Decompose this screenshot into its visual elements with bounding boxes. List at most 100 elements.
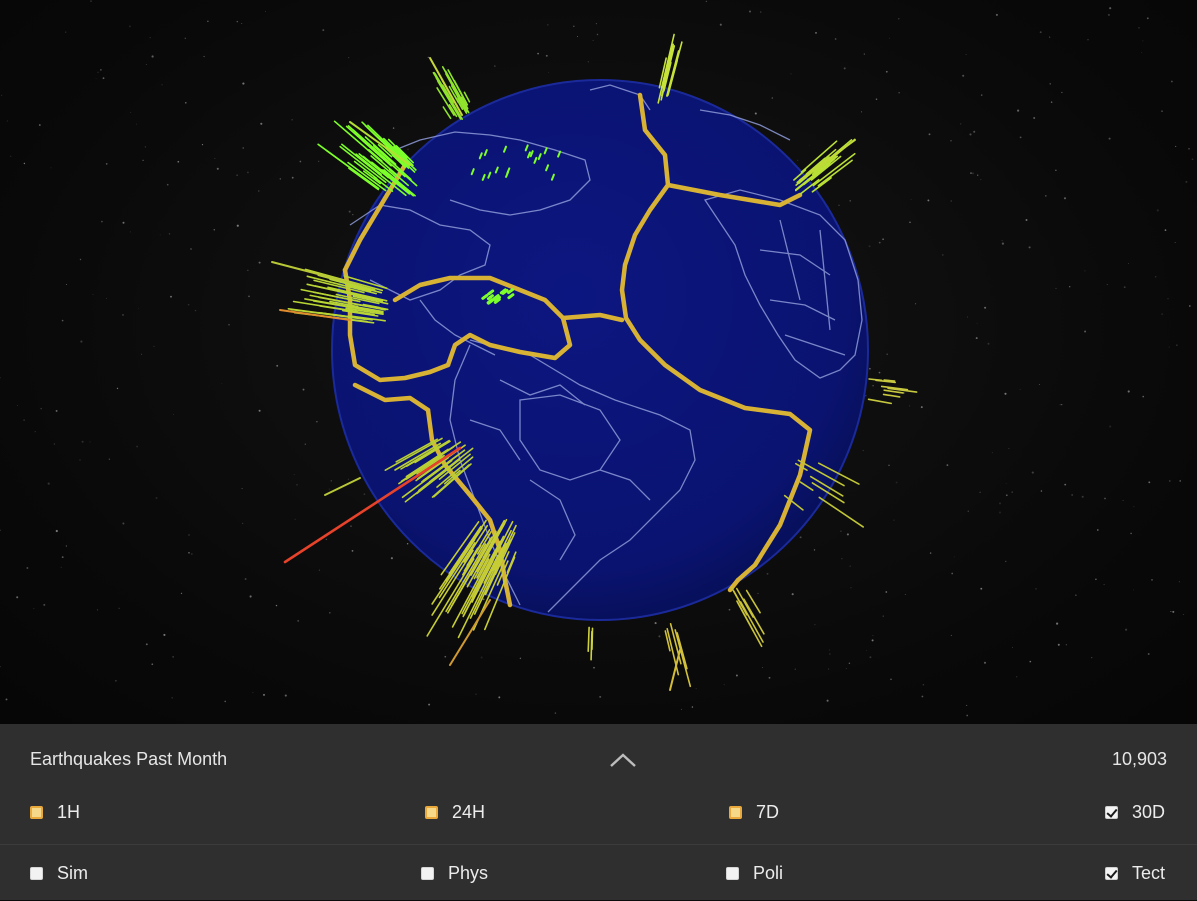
star (766, 572, 769, 575)
earthquake-bar (590, 630, 593, 661)
star (595, 23, 597, 25)
star (1001, 240, 1003, 242)
star (554, 712, 557, 714)
star (34, 431, 36, 433)
star (761, 667, 763, 669)
star (275, 604, 278, 607)
star (118, 607, 120, 609)
checkbox-7d[interactable] (729, 805, 742, 819)
range-option-7d[interactable]: 7D (729, 800, 779, 824)
checkbox-phys[interactable] (421, 866, 434, 880)
star (407, 148, 409, 151)
star (966, 704, 968, 706)
star (6, 120, 8, 122)
star (1064, 483, 1067, 486)
star (1033, 117, 1036, 119)
star (909, 221, 911, 224)
star (1031, 471, 1034, 474)
checkbox-1h[interactable] (30, 805, 43, 819)
star (144, 146, 147, 148)
star (654, 622, 657, 625)
star (1127, 390, 1130, 393)
layer-option-poli[interactable]: Poli (726, 861, 783, 885)
panel-title: Earthquakes Past Month (30, 749, 228, 769)
star (1096, 529, 1099, 531)
star (1147, 653, 1150, 655)
range-option-30d[interactable]: 30D (1105, 800, 1165, 824)
star (927, 199, 930, 202)
star (177, 160, 180, 163)
star (814, 624, 816, 626)
star (841, 558, 843, 560)
star (983, 661, 987, 664)
star (829, 653, 831, 655)
star (224, 700, 226, 703)
checkbox-sim[interactable] (30, 866, 43, 880)
star (246, 171, 249, 174)
star (1011, 491, 1013, 493)
star (969, 133, 972, 136)
star (55, 409, 58, 412)
star (330, 480, 332, 482)
star (987, 342, 990, 345)
globe-viewport[interactable] (0, 0, 1197, 724)
star (1059, 404, 1061, 406)
star (971, 172, 975, 175)
range-option-24h[interactable]: 24H (425, 800, 485, 824)
star (882, 238, 884, 241)
star (244, 578, 247, 580)
layer-option-sim[interactable]: Sim (30, 861, 88, 885)
star (16, 596, 19, 599)
star (1109, 7, 1112, 10)
star (428, 703, 431, 706)
checkbox-24h[interactable] (425, 805, 438, 819)
star (214, 157, 216, 159)
star (40, 407, 43, 410)
layer-option-tect[interactable]: Tect (1105, 861, 1165, 885)
star (966, 714, 969, 717)
star (587, 61, 590, 63)
star (872, 635, 874, 637)
star (828, 649, 830, 651)
star (885, 591, 888, 593)
star (207, 20, 209, 22)
star (249, 595, 252, 598)
star (297, 619, 300, 622)
star (790, 73, 792, 75)
star (1025, 219, 1028, 221)
star (122, 221, 125, 224)
star (482, 598, 485, 601)
star (284, 694, 287, 697)
layer-option-phys[interactable]: Phys (421, 861, 488, 885)
star (1044, 195, 1047, 197)
checkbox-30d[interactable] (1105, 805, 1118, 819)
star (316, 421, 318, 423)
star (735, 674, 738, 677)
earthquake-bar (883, 379, 896, 382)
globe-canvas[interactable] (0, 0, 1197, 724)
star (1004, 392, 1007, 395)
star (65, 545, 68, 547)
star (850, 587, 852, 589)
star (1128, 263, 1129, 265)
star (1154, 276, 1157, 278)
star (723, 684, 725, 686)
star (1169, 480, 1171, 482)
star (276, 364, 279, 367)
panel-header: Earthquakes Past Month 10,903 (0, 724, 1197, 794)
collapse-button[interactable] (605, 748, 641, 772)
star (348, 210, 351, 213)
star (102, 77, 105, 80)
star (16, 405, 18, 406)
checkbox-poli[interactable] (726, 866, 739, 880)
star (1178, 581, 1180, 583)
star (951, 572, 954, 575)
checkbox-tect[interactable] (1105, 866, 1118, 880)
star (826, 699, 829, 702)
star (1168, 346, 1170, 348)
star (1028, 246, 1031, 249)
star (1179, 480, 1182, 482)
range-option-1h[interactable]: 1H (30, 800, 80, 824)
star (65, 31, 67, 33)
star (1019, 388, 1021, 390)
